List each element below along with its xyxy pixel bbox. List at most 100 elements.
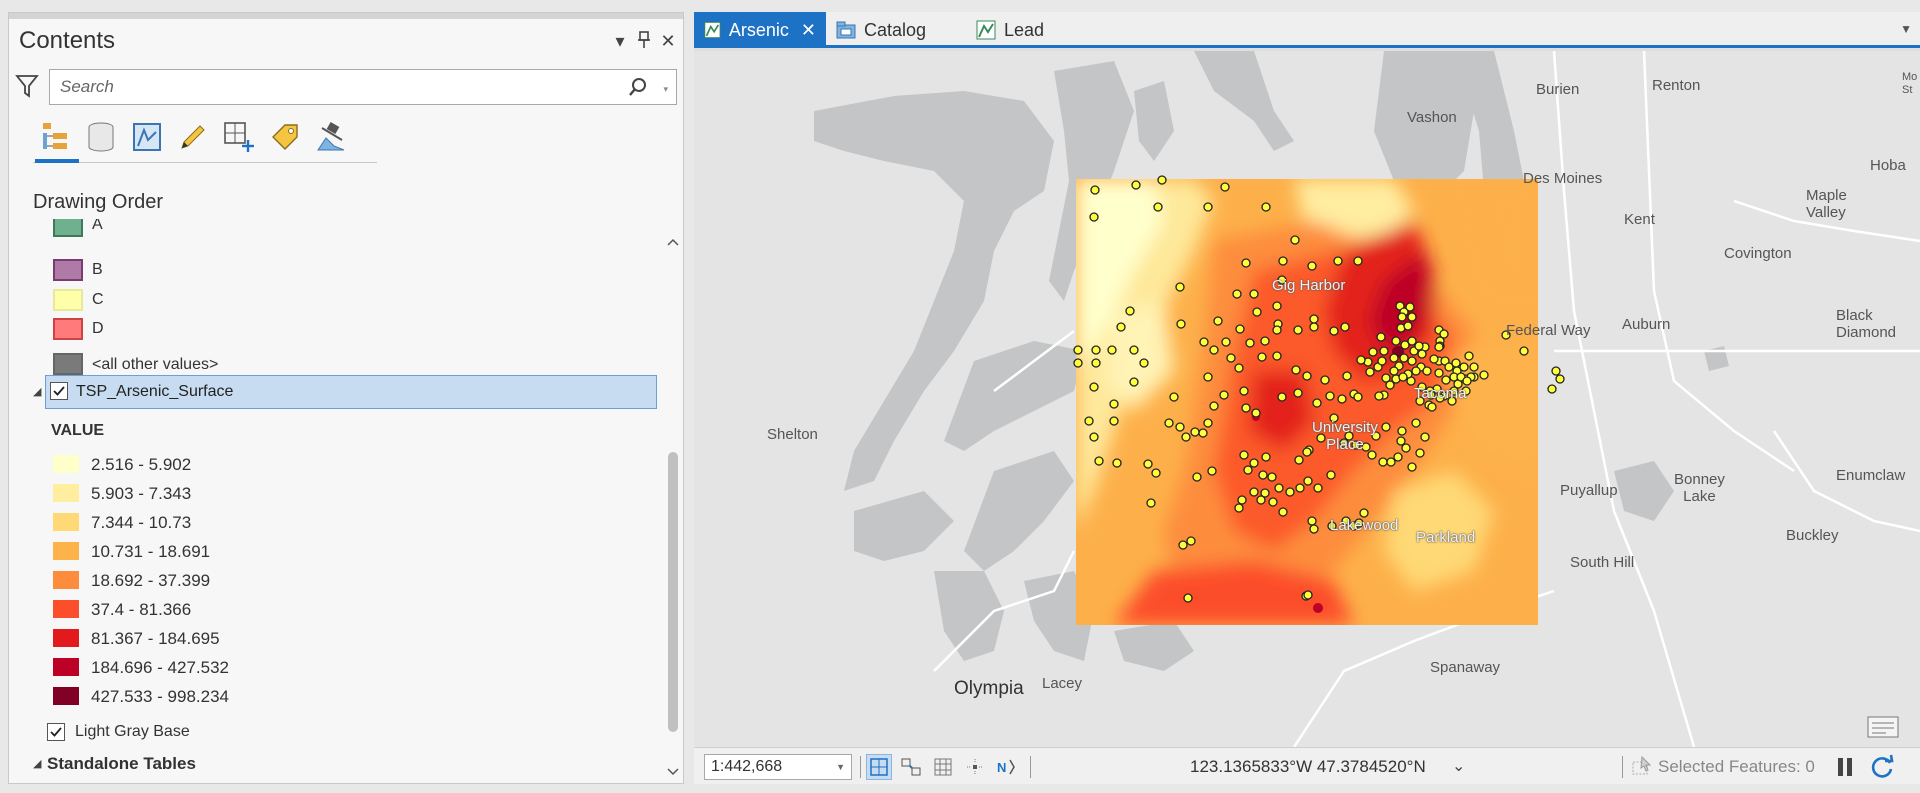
sample-point-marker[interactable] bbox=[1479, 370, 1489, 380]
search-icon[interactable] bbox=[628, 77, 648, 102]
sample-point-marker[interactable] bbox=[1353, 392, 1363, 402]
sample-point-marker[interactable] bbox=[1178, 540, 1188, 550]
sample-point-marker[interactable] bbox=[1203, 418, 1213, 428]
selection-icon[interactable] bbox=[1630, 754, 1654, 783]
sample-point-marker[interactable] bbox=[1249, 289, 1259, 299]
list-by-editing-icon[interactable] bbox=[175, 119, 211, 155]
sample-point-marker[interactable] bbox=[1451, 358, 1461, 368]
sample-point-marker[interactable] bbox=[1143, 459, 1153, 469]
sample-point-marker[interactable] bbox=[1427, 402, 1437, 412]
sample-point-marker[interactable] bbox=[1429, 354, 1439, 364]
sample-point-marker[interactable] bbox=[1221, 337, 1231, 347]
sample-point-marker[interactable] bbox=[1272, 351, 1282, 361]
sample-point-marker[interactable] bbox=[1312, 398, 1322, 408]
sample-point-marker[interactable] bbox=[1359, 508, 1369, 518]
sample-point-marker[interactable] bbox=[1401, 443, 1411, 453]
sample-point-marker[interactable] bbox=[1376, 332, 1386, 342]
attribution-icon[interactable] bbox=[1866, 713, 1900, 744]
tab-list-chevron-down-icon[interactable]: ▼ bbox=[1900, 22, 1912, 36]
refresh-icon[interactable] bbox=[1868, 753, 1896, 786]
sample-point-marker[interactable] bbox=[1441, 375, 1451, 385]
sample-point-marker[interactable] bbox=[1199, 337, 1209, 347]
sample-point-marker[interactable] bbox=[1407, 336, 1417, 346]
sample-point-marker[interactable] bbox=[1469, 362, 1479, 372]
sample-point-marker[interactable] bbox=[1091, 358, 1101, 368]
sample-point-marker[interactable] bbox=[1302, 447, 1312, 457]
sample-point-marker[interactable] bbox=[1226, 353, 1236, 363]
scroll-down-chevron-icon[interactable] bbox=[667, 763, 679, 781]
sample-point-marker[interactable] bbox=[1116, 322, 1126, 332]
sample-point-marker[interactable] bbox=[1239, 450, 1249, 460]
sample-point-marker[interactable] bbox=[1278, 507, 1288, 517]
sample-point-marker[interactable] bbox=[1320, 375, 1330, 385]
sample-point-marker[interactable] bbox=[1073, 358, 1083, 368]
sample-point-marker[interactable] bbox=[1209, 401, 1219, 411]
sample-point-marker[interactable] bbox=[1139, 358, 1149, 368]
sample-point-marker[interactable] bbox=[1295, 483, 1305, 493]
sample-point-marker[interactable] bbox=[1094, 456, 1104, 466]
sample-point-marker[interactable] bbox=[1219, 390, 1229, 400]
sample-point-marker[interactable] bbox=[1090, 185, 1100, 195]
scrollbar-thumb[interactable] bbox=[668, 452, 678, 732]
sample-point-marker[interactable] bbox=[1272, 325, 1282, 335]
sample-point-marker[interactable] bbox=[1235, 324, 1245, 334]
sample-point-marker[interactable] bbox=[1089, 382, 1099, 392]
sample-point-marker[interactable] bbox=[1309, 314, 1319, 324]
sample-point-marker[interactable] bbox=[1239, 386, 1249, 396]
sample-point-marker[interactable] bbox=[1389, 353, 1399, 363]
sample-point-marker[interactable] bbox=[1220, 182, 1230, 192]
sample-point-marker[interactable] bbox=[1386, 457, 1396, 467]
sample-point-marker[interactable] bbox=[1414, 341, 1424, 351]
sample-point-marker[interactable] bbox=[1164, 418, 1174, 428]
sample-point-marker[interactable] bbox=[1146, 498, 1156, 508]
sample-point-marker[interactable] bbox=[1268, 497, 1278, 507]
sample-point-marker[interactable] bbox=[1089, 212, 1099, 222]
sample-point-marker[interactable] bbox=[1377, 356, 1387, 366]
sample-point-marker[interactable] bbox=[1169, 392, 1179, 402]
sample-point-marker[interactable] bbox=[1309, 524, 1319, 534]
sample-point-marker[interactable] bbox=[1183, 593, 1193, 603]
sample-point-marker[interactable] bbox=[1213, 316, 1223, 326]
list-by-snapping-icon[interactable] bbox=[221, 119, 257, 155]
sample-point-marker[interactable] bbox=[1272, 301, 1282, 311]
sample-point-marker[interactable] bbox=[1420, 432, 1430, 442]
sample-point-marker[interactable] bbox=[1186, 536, 1196, 546]
sample-point-marker[interactable] bbox=[1326, 470, 1336, 480]
sample-point-marker[interactable] bbox=[1381, 373, 1391, 383]
sample-point-marker[interactable] bbox=[1368, 347, 1378, 357]
sample-point-marker[interactable] bbox=[1396, 436, 1406, 446]
fixed-zoom-icon[interactable] bbox=[866, 754, 892, 780]
sample-point-marker[interactable] bbox=[1245, 338, 1255, 348]
scale-chevron-down-icon[interactable]: ▼ bbox=[836, 762, 845, 772]
snapping-icon[interactable] bbox=[962, 754, 988, 780]
sample-point-marker[interactable] bbox=[1434, 368, 1444, 378]
sample-point-marker[interactable] bbox=[1175, 422, 1185, 432]
sample-point-marker[interactable] bbox=[1403, 321, 1413, 331]
sample-point-marker[interactable] bbox=[1356, 355, 1366, 365]
sample-point-marker[interactable] bbox=[1157, 175, 1167, 185]
sample-point-marker[interactable] bbox=[1241, 258, 1251, 268]
sample-point-marker[interactable] bbox=[1397, 426, 1407, 436]
list-by-selection-icon[interactable] bbox=[129, 119, 165, 155]
sample-point-marker[interactable] bbox=[1190, 427, 1200, 437]
basemap-layer-name[interactable]: Light Gray Base bbox=[75, 723, 190, 741]
list-by-data-source-icon[interactable] bbox=[83, 119, 119, 155]
sample-point-marker[interactable] bbox=[1234, 503, 1244, 513]
sample-point-marker[interactable] bbox=[1293, 325, 1303, 335]
sample-point-marker[interactable] bbox=[1309, 322, 1319, 332]
sample-point-marker[interactable] bbox=[1407, 312, 1417, 322]
grid-icon[interactable] bbox=[930, 754, 956, 780]
sample-point-marker[interactable] bbox=[1073, 345, 1083, 355]
sample-point-marker[interactable] bbox=[1089, 432, 1099, 442]
sample-point-marker[interactable] bbox=[1555, 374, 1565, 384]
sample-point-marker[interactable] bbox=[1307, 516, 1317, 526]
sample-point-marker[interactable] bbox=[1260, 336, 1270, 346]
sample-point-marker[interactable] bbox=[1325, 391, 1335, 401]
sample-point-marker[interactable] bbox=[1176, 319, 1186, 329]
list-by-drawing-order-icon[interactable] bbox=[39, 119, 75, 155]
sample-point-marker[interactable] bbox=[1303, 476, 1313, 486]
sample-point-marker[interactable] bbox=[1192, 472, 1202, 482]
sample-point-marker[interactable] bbox=[1547, 384, 1557, 394]
sample-point-marker[interactable] bbox=[1389, 366, 1399, 376]
sample-point-marker[interactable] bbox=[1153, 202, 1163, 212]
